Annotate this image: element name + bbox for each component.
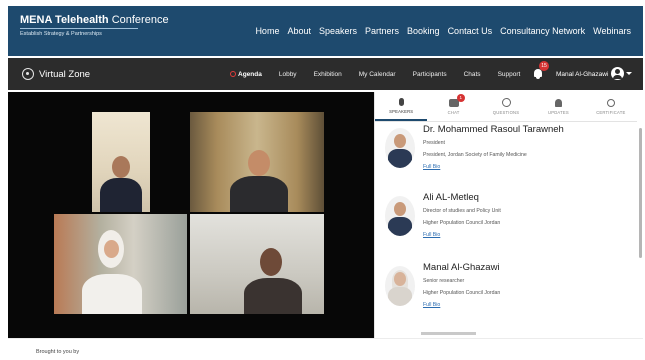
- tab-questions[interactable]: QUESTIONS: [480, 92, 532, 121]
- agenda-icon: [230, 71, 236, 77]
- speaker-name: Ali AL-Metleq: [423, 192, 479, 203]
- tab-chat[interactable]: 1 CHAT: [427, 92, 479, 121]
- video-tile-participant-2[interactable]: [190, 112, 324, 212]
- participant-head: [260, 248, 282, 276]
- speaker-organization: President, Jordan Society of Family Medi…: [423, 152, 527, 158]
- footer: Brought to you by: [8, 338, 643, 360]
- virtual-zone-nav: Agenda Lobby Exhibition My Calendar Part…: [230, 58, 537, 90]
- nav-partners[interactable]: Partners: [365, 26, 399, 36]
- notification-count-badge: 15: [539, 61, 549, 71]
- speaker-card-partial: [421, 330, 481, 336]
- tab-agenda[interactable]: Agenda: [230, 71, 262, 78]
- virtual-zone-label: Virtual Zone: [39, 68, 91, 80]
- tab-participants[interactable]: Participants: [413, 71, 447, 78]
- video-tile-participant-3[interactable]: [54, 214, 187, 314]
- participant-head: [112, 156, 130, 178]
- speaker-name: Dr. Mohammed Rasoul Tarawneh: [423, 124, 564, 135]
- panel-scrollbar[interactable]: [639, 128, 642, 258]
- full-bio-link[interactable]: Full Bio: [423, 164, 628, 170]
- speaker-title: Senior researcher: [423, 278, 465, 284]
- full-bio-link[interactable]: Full Bio: [423, 302, 628, 308]
- sponsor-caption: Brought to you by: [36, 349, 80, 355]
- participant-body: [230, 176, 288, 212]
- tab-lobby[interactable]: Lobby: [279, 71, 297, 78]
- tab-updates[interactable]: UPDATES: [532, 92, 584, 121]
- top-header: MENA Telehealth Conference Establish Str…: [8, 6, 643, 56]
- speaker-title: Director of studies and Policy Unit: [423, 208, 501, 214]
- speaker-organization: Higher Population Council Jordan: [423, 290, 501, 296]
- speaker-card: Manal Al-Ghazawi Senior researcher Highe…: [381, 262, 631, 332]
- virtual-zone-home[interactable]: Virtual Zone: [22, 58, 90, 90]
- tab-certificate[interactable]: CERTIFICATE: [585, 92, 637, 121]
- tab-chats[interactable]: Chats: [464, 71, 481, 78]
- virtual-zone-bar: Virtual Zone Agenda Lobby Exhibition My …: [8, 58, 643, 90]
- brand-divider: [20, 28, 138, 29]
- participant-head: [248, 150, 270, 176]
- mic-icon: [398, 97, 404, 106]
- main-nav: Home About Speakers Partners Booking Con…: [255, 6, 631, 56]
- app-page: MENA Telehealth Conference Establish Str…: [0, 0, 645, 360]
- full-bio-link[interactable]: Full Bio: [423, 232, 628, 238]
- nav-webinars[interactable]: Webinars: [593, 26, 631, 36]
- video-conference-area: [8, 92, 374, 338]
- speaker-card: Ali AL-Metleq Director of studies and Po…: [381, 192, 631, 262]
- brand-tagline: Establish Strategy & Partnerships: [20, 31, 102, 37]
- brand-title: MENA Telehealth Conference: [20, 14, 169, 26]
- question-icon: [501, 98, 511, 107]
- tab-my-calendar[interactable]: My Calendar: [359, 71, 396, 78]
- user-name[interactable]: Manal Al-Ghazawi: [556, 58, 608, 90]
- tab-support[interactable]: Support: [498, 71, 521, 78]
- speaker-photo: [385, 266, 415, 306]
- nav-booking[interactable]: Booking: [407, 26, 440, 36]
- participant-body: [244, 278, 302, 314]
- tab-exhibition[interactable]: Exhibition: [314, 71, 342, 78]
- tab-speakers[interactable]: SPEAKERS: [375, 92, 428, 121]
- video-tile-participant-1[interactable]: [92, 112, 150, 212]
- speaker-photo: [385, 128, 415, 168]
- speaker-title: President: [423, 140, 445, 146]
- video-tile-participant-4[interactable]: [190, 214, 324, 314]
- panel-tabs: SPEAKERS 1 CHAT QUESTIONS UPDATES CERTIF…: [375, 92, 637, 122]
- participant-body: [100, 178, 142, 212]
- location-icon: [22, 68, 34, 80]
- speaker-organization: Higher Population Council Jordan: [423, 220, 501, 226]
- nav-consultancy-network[interactable]: Consultancy Network: [500, 26, 585, 36]
- speaker-photo: [385, 196, 415, 236]
- nav-home[interactable]: Home: [255, 26, 279, 36]
- participant-head: [104, 240, 119, 258]
- chat-count-badge: 1: [456, 94, 465, 102]
- brand-logo[interactable]: MENA Telehealth Conference Establish Str…: [20, 14, 169, 37]
- speaker-name: Manal Al-Ghazawi: [423, 262, 500, 273]
- speakers-panel: SPEAKERS 1 CHAT QUESTIONS UPDATES CERTIF…: [374, 92, 643, 338]
- nav-about[interactable]: About: [287, 26, 311, 36]
- participant-body: [82, 274, 142, 314]
- certificate-icon: [606, 98, 615, 107]
- user-avatar-icon[interactable]: [611, 67, 624, 80]
- nav-speakers[interactable]: Speakers: [319, 26, 357, 36]
- bell-icon: [554, 98, 562, 107]
- speaker-card: Dr. Mohammed Rasoul Tarawneh President P…: [381, 124, 631, 194]
- chevron-down-icon[interactable]: [626, 72, 632, 75]
- nav-contact-us[interactable]: Contact Us: [448, 26, 493, 36]
